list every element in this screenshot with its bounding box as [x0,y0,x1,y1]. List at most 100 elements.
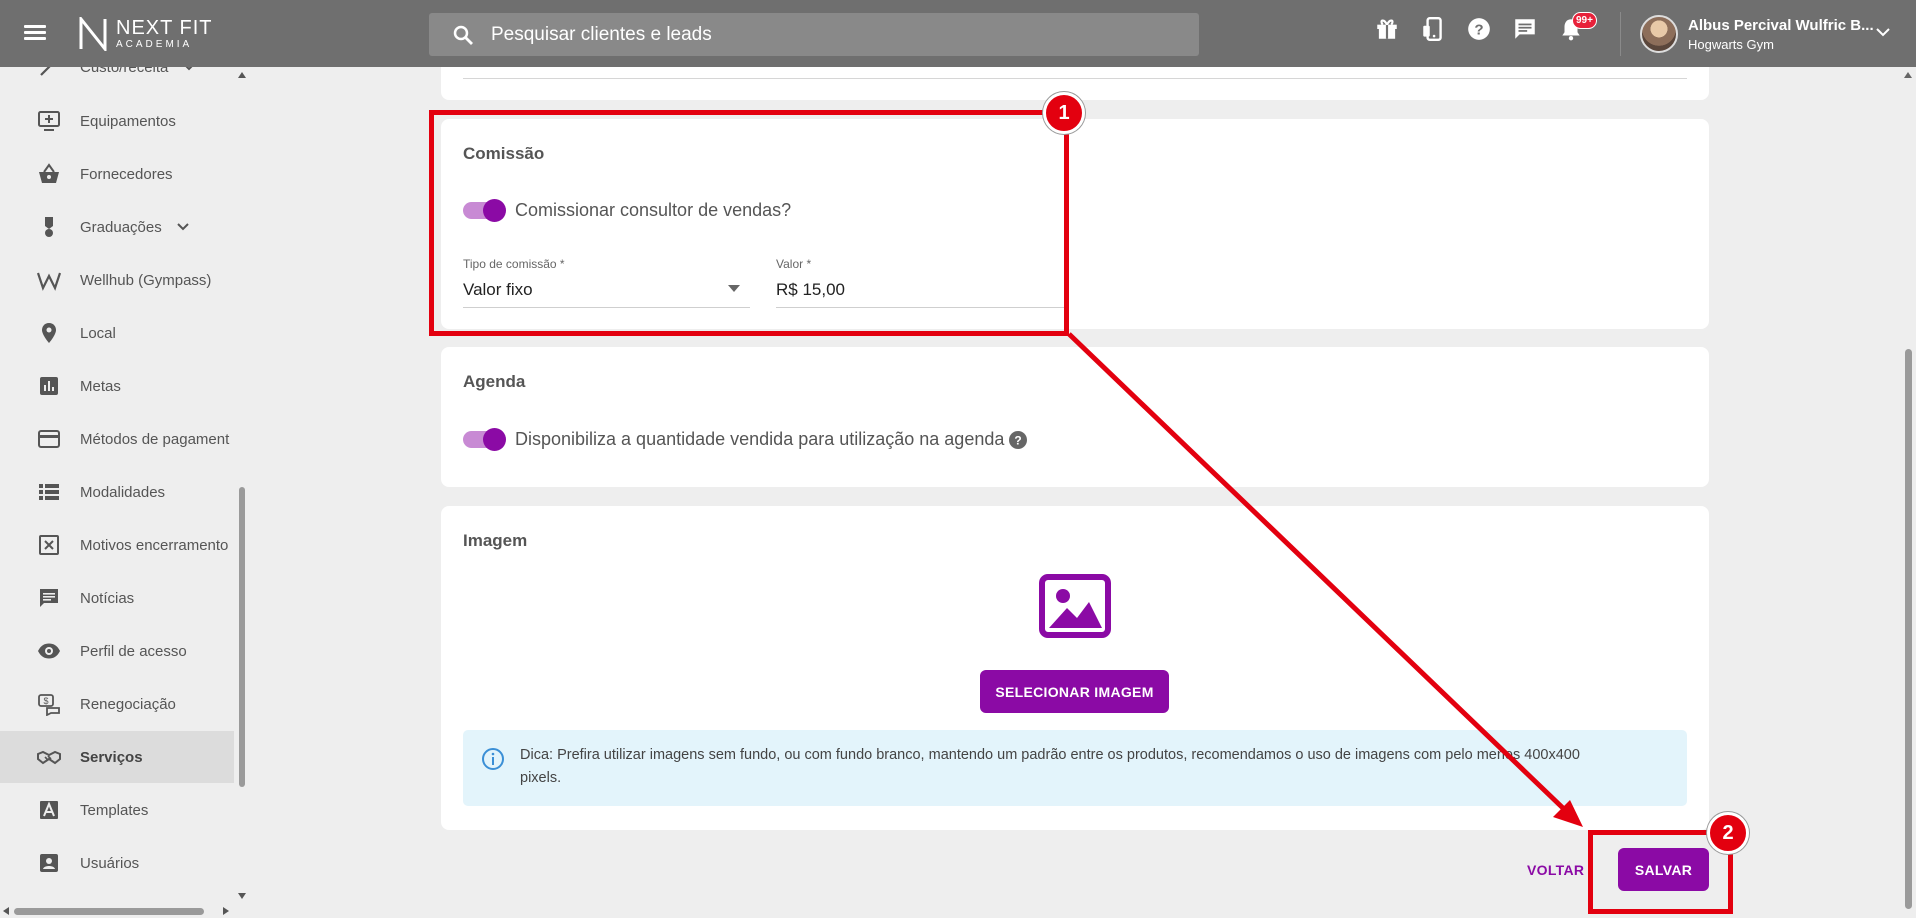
back-button[interactable]: VOLTAR [1527,862,1584,878]
sidebar-item-label: Serviços [80,748,143,766]
annotation-box-1 [429,110,1069,336]
sidebar-item-metas[interactable]: Metas [0,360,234,412]
sidebar-item-custo-receita[interactable]: Custo/receita [0,67,234,93]
tip-box: Dica: Prefira utilizar imagens sem fundo… [463,730,1687,806]
sidebar-item-graduacoes[interactable]: Graduações [0,201,234,253]
sidebar-item-label: Modalidades [80,483,166,501]
sidebar-item-label: Renegociação [80,695,176,713]
handshake-icon [36,744,62,770]
eye-icon [36,638,62,664]
sidebar: Custo/receita Equipamentos Fornecedores … [0,67,250,918]
help-icon[interactable]: ? [1466,16,1490,42]
sidebar-scrollbar[interactable] [236,67,248,907]
user-name[interactable]: Albus Percival Wulfric B... [1688,17,1874,34]
sidebar-item-noticias[interactable]: Notícias [0,572,234,624]
chevron-down-icon [185,67,193,71]
sidebar-item-servicos[interactable]: Serviços [0,731,234,783]
sidebar-item-label: Motivos encerramento [80,536,229,554]
top-bar: NEXT FIT ACADEMIA Pesquisar clientes e l… [0,0,1916,67]
wellhub-icon [36,267,62,293]
gift-icon[interactable] [1374,16,1398,42]
sidebar-item-local[interactable]: Local [0,307,234,359]
chevron-down-icon[interactable] [1875,24,1891,40]
imagem-card: Imagem SELECIONAR IMAGEM Dica: Prefira u… [441,506,1709,830]
menu-icon[interactable] [24,22,54,46]
sidebar-item-wellhub[interactable]: Wellhub (Gympass) [0,254,234,306]
svg-text:$: $ [43,696,48,706]
svg-text:?: ? [1474,21,1483,38]
select-image-button[interactable]: SELECIONAR IMAGEM [980,670,1169,713]
sidebar-item-label: Usuários [80,854,140,872]
tip-text-line2: pixels. [520,770,562,786]
basket-icon [36,161,62,187]
sidebar-item-label: Graduações [80,218,162,236]
sidebar-item-fornecedores[interactable]: Fornecedores [0,148,234,200]
sidebar-item-renegociacao[interactable]: $ Renegociação [0,678,234,730]
location-pin-icon [36,320,62,346]
sidebar-item-label: Local [80,324,116,342]
mobile-app-icon[interactable] [1420,16,1444,42]
sidebar-item-templates[interactable]: Templates [0,784,234,836]
page-scrollbar[interactable] [1900,67,1916,918]
medal-icon [36,214,62,240]
svg-text:?: ? [1014,434,1021,448]
search-input[interactable]: Pesquisar clientes e leads [429,13,1199,56]
annotation-badge-1: 1 [1043,92,1085,134]
message-icon [36,585,62,611]
sidebar-item-equipamentos[interactable]: Equipamentos [0,95,234,147]
notification-badge: 99+ [1572,12,1597,29]
sidebar-horizontal-scrollbar[interactable] [0,904,236,918]
sidebar-item-perfil-acesso[interactable]: Perfil de acesso [0,625,234,677]
logo-icon [79,17,107,51]
trend-icon [36,67,62,80]
sidebar-item-label: Templates [80,801,149,819]
bar-chart-icon [36,373,62,399]
renegotiation-icon: $ [36,691,62,717]
logo-subtitle: ACADEMIA [116,39,193,50]
credit-card-icon [36,426,62,452]
logo[interactable]: NEXT FIT ACADEMIA [78,17,213,51]
image-placeholder-icon [1039,574,1111,638]
imagem-title: Imagem [463,531,528,550]
chevron-down-icon [177,223,189,231]
sidebar-item-usuarios[interactable]: Usuários [0,837,234,889]
scroll-thumb[interactable] [1905,349,1912,909]
scroll-down-icon[interactable] [238,892,246,900]
annotation-badge-2: 2 [1707,812,1749,854]
sidebar-item-label: Metas [80,377,121,395]
sidebar-item-modalidades[interactable]: Modalidades [0,466,234,518]
sidebar-item-label: Equipamentos [80,112,176,130]
logo-name: NEXT FIT [116,17,213,39]
sidebar-item-metodos-pagamento[interactable]: Métodos de pagament [0,413,234,465]
scroll-thumb[interactable] [239,487,245,787]
agenda-toggle[interactable] [463,428,506,451]
sidebar-item-label: Perfil de acesso [80,642,187,660]
sidebar-item-label: Custo/receita [80,67,169,76]
agenda-title: Agenda [463,372,526,391]
info-icon [482,748,504,770]
sidebar-item-label: Notícias [80,589,135,607]
sidebar-item-label: Métodos de pagament [80,430,230,448]
sidebar-item-motivos-encerramento[interactable]: Motivos encerramento [0,519,234,571]
chat-icon[interactable] [1512,16,1536,42]
scroll-up-icon[interactable] [238,71,246,79]
scroll-up-icon[interactable] [1904,71,1912,79]
user-box-icon [36,850,62,876]
agenda-toggle-label: Disponibiliza a quantidade vendida para … [515,429,1005,449]
divider [1620,12,1621,56]
list-icon [36,479,62,505]
bell-icon[interactable]: 99+ [1558,12,1597,42]
search-placeholder: Pesquisar clientes e leads [491,23,712,45]
field-underline [463,78,1687,79]
equipment-icon [36,108,62,134]
sidebar-item-label: Fornecedores [80,165,173,183]
avatar[interactable] [1640,15,1678,53]
scroll-left-icon[interactable] [2,907,10,915]
scroll-right-icon[interactable] [222,907,230,915]
user-gym: Hogwarts Gym [1688,37,1774,52]
help-icon[interactable]: ? [1008,430,1028,450]
scroll-thumb[interactable] [14,908,204,915]
search-icon [453,25,473,45]
sidebar-item-label: Wellhub (Gympass) [80,271,212,289]
close-box-icon [36,532,62,558]
